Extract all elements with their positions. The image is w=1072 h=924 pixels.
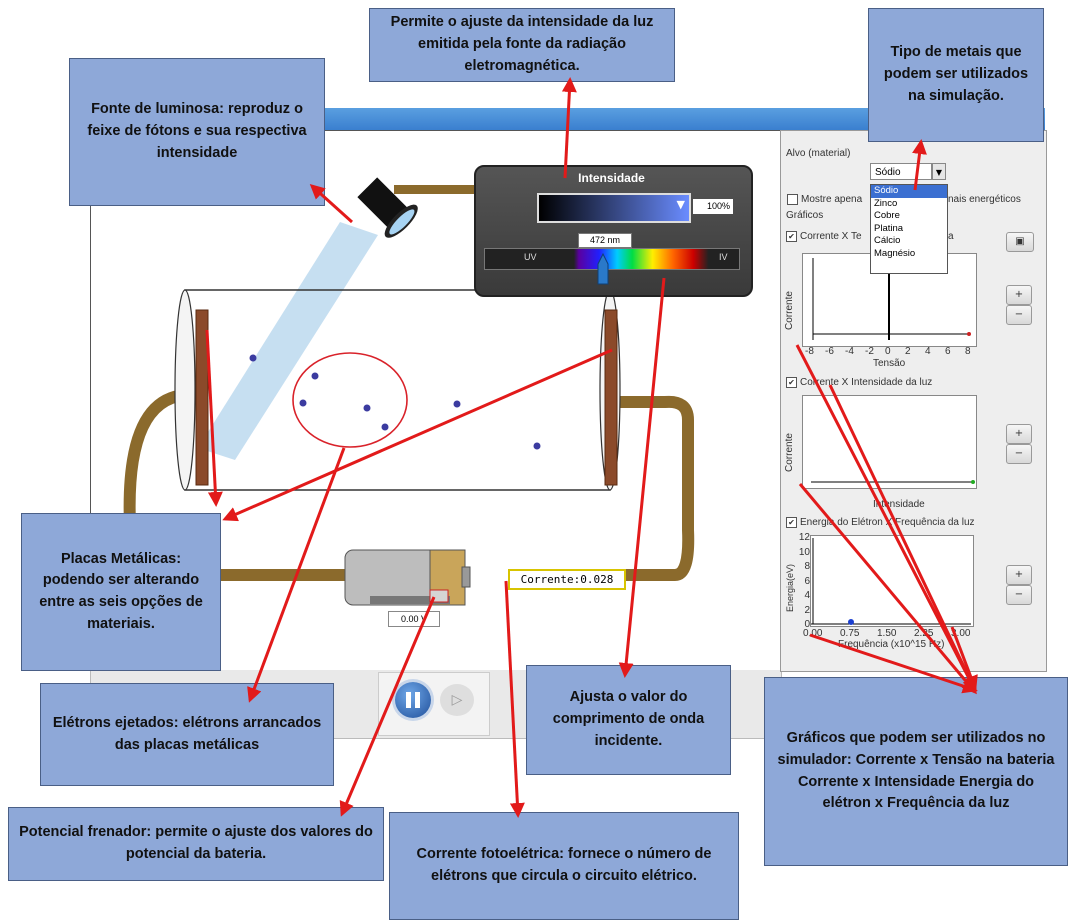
graph2-axes: [811, 480, 975, 484]
electron: [249, 354, 257, 362]
graph3-axes: [811, 538, 971, 625]
tick-label: 0.75: [840, 628, 860, 639]
metal-option[interactable]: Sódio: [871, 185, 947, 198]
zoom-in-button[interactable]: +: [1006, 285, 1032, 305]
zoom-in-button[interactable]: +: [1006, 424, 1032, 444]
metal-option[interactable]: Cálcio: [871, 235, 947, 248]
current-readout: Corrente:0.028: [508, 569, 626, 590]
light-beam: [198, 222, 378, 460]
metal-options[interactable]: Sódio Zinco Cobre Platina Cálcio Magnésio: [870, 184, 948, 274]
step-button[interactable]: ▷: [440, 684, 474, 716]
electrons-highlight: [292, 352, 408, 448]
tick-label: -2: [865, 346, 874, 357]
graph3-toggle[interactable]: ✔ Energia do Elétron X Frequência da luz: [786, 517, 975, 528]
graph-energy-frequency: [810, 535, 974, 627]
graph-current-intensity: [802, 395, 977, 489]
tick-label: 2.25: [914, 628, 934, 639]
wavelength-thumb-icon[interactable]: [596, 250, 610, 286]
wire-right: [620, 395, 695, 581]
show-only-option[interactable]: Mostre apena: [787, 194, 862, 205]
electron: [363, 404, 371, 412]
zoom-out-button[interactable]: −: [1006, 305, 1032, 325]
callout-metal-types: Tipo de metais que podem ser utilizados …: [868, 8, 1044, 142]
graph2-ylabel: Corrente: [784, 433, 795, 472]
battery: [344, 549, 471, 606]
metal-select[interactable]: Sódio: [870, 163, 932, 180]
callout-stopping-potential: Potencial frenador: permite o ajuste dos…: [8, 807, 384, 881]
zoom-out-button[interactable]: −: [1006, 585, 1032, 605]
graph1-label-suffix: a: [948, 231, 954, 242]
graph3-xticks: 0.00 0.75 1.50 2.25 3.00: [803, 628, 988, 639]
metal-option[interactable]: Platina: [871, 223, 947, 236]
wavelength-slider[interactable]: [484, 248, 740, 270]
callout-ejected-electrons: Elétrons ejetados: elétrons arrancados d…: [40, 683, 334, 786]
graph3-ylabel: Energia(eV): [785, 563, 795, 612]
callout-metal-plates: Placas Metálicas: podendo ser alterando …: [21, 513, 221, 671]
tick-label: 3.00: [951, 628, 971, 639]
checkbox[interactable]: ✔: [786, 377, 797, 388]
graph2-xlabel: Intensidade: [873, 499, 925, 510]
graph3-yticks: 12 10 8 6 4 2 0: [798, 532, 810, 630]
intensity-slider[interactable]: ▼: [537, 193, 691, 223]
callout-wavelength: Ajusta o valor do comprimento de onda in…: [526, 665, 731, 775]
tick-label: 4: [804, 590, 810, 601]
graph1-toggle[interactable]: ✔ Corrente X Te: [786, 231, 862, 242]
tick-label: -8: [805, 346, 814, 357]
show-only-suffix: nais energéticos: [948, 194, 1021, 205]
graphs-label: Gráficos: [786, 210, 824, 221]
metal-plate-right: [604, 309, 618, 486]
zoom-in-button[interactable]: +: [1006, 565, 1032, 585]
slider-thumb-icon[interactable]: ▼: [677, 198, 685, 211]
wavelength-value[interactable]: 472 nm: [578, 233, 632, 248]
electron: [453, 400, 461, 408]
callout-intensity-control: Permite o ajuste da intensidade da luz e…: [369, 8, 675, 82]
pause-button[interactable]: [395, 682, 431, 718]
chevron-down-icon[interactable]: ▼: [932, 163, 946, 180]
graph2-toggle[interactable]: ✔ Corrente X Intensidade da luz: [786, 377, 932, 388]
tick-label: 2: [905, 346, 911, 357]
tick-label: 0: [885, 346, 891, 357]
tick-label: 8: [965, 346, 971, 357]
spectrum-iv-label: IV: [719, 252, 728, 262]
tick-label: 12: [798, 532, 810, 543]
target-label: Alvo (material): [786, 148, 851, 159]
intensity-value[interactable]: 100%: [693, 199, 733, 214]
checkbox[interactable]: [787, 194, 798, 205]
tick-label: 0.00: [803, 628, 823, 639]
tick-label: 4: [925, 346, 931, 357]
electron: [299, 399, 307, 407]
graph1-ylabel: Corrente: [784, 291, 795, 330]
tick-label: 8: [804, 561, 810, 572]
tick-label: 6: [945, 346, 951, 357]
callout-graphs: Gráficos que podem ser utilizados no sim…: [764, 677, 1068, 866]
tick-label: -4: [845, 346, 854, 357]
metal-plate-left: [195, 309, 209, 486]
spectrum-uv-label: UV: [524, 252, 537, 262]
metal-option[interactable]: Zinco: [871, 198, 947, 211]
electron: [533, 442, 541, 450]
graph3-xlabel: Frequência (x10^15 Hz): [838, 639, 945, 650]
callout-light-source: Fonte de luminosa: reproduz o feixe de f…: [69, 58, 325, 206]
zoom-out-button[interactable]: −: [1006, 444, 1032, 464]
checkbox[interactable]: ✔: [786, 231, 797, 242]
tick-label: -6: [825, 346, 834, 357]
voltage-field[interactable]: 0.00 V: [388, 611, 440, 627]
electron: [311, 372, 319, 380]
tick-label: 10: [798, 546, 810, 558]
metal-option[interactable]: Magnésio: [871, 248, 947, 261]
tick-label: 2: [804, 604, 810, 616]
metal-option[interactable]: Cobre: [871, 210, 947, 223]
camera-icon[interactable]: ▣: [1006, 232, 1034, 252]
electron: [381, 423, 389, 431]
tick-label: 1.50: [877, 628, 897, 639]
tick-label: 6: [804, 575, 810, 587]
callout-photocurrent: Corrente fotoelétrica: fornece o número …: [389, 812, 739, 920]
intensity-title: Intensidade: [578, 171, 645, 185]
graph1-xticks: -8 -6 -4 -2 0 2 4 6 8: [805, 346, 980, 357]
graph1-xlabel: Tensão: [873, 358, 906, 369]
checkbox[interactable]: ✔: [786, 517, 797, 528]
